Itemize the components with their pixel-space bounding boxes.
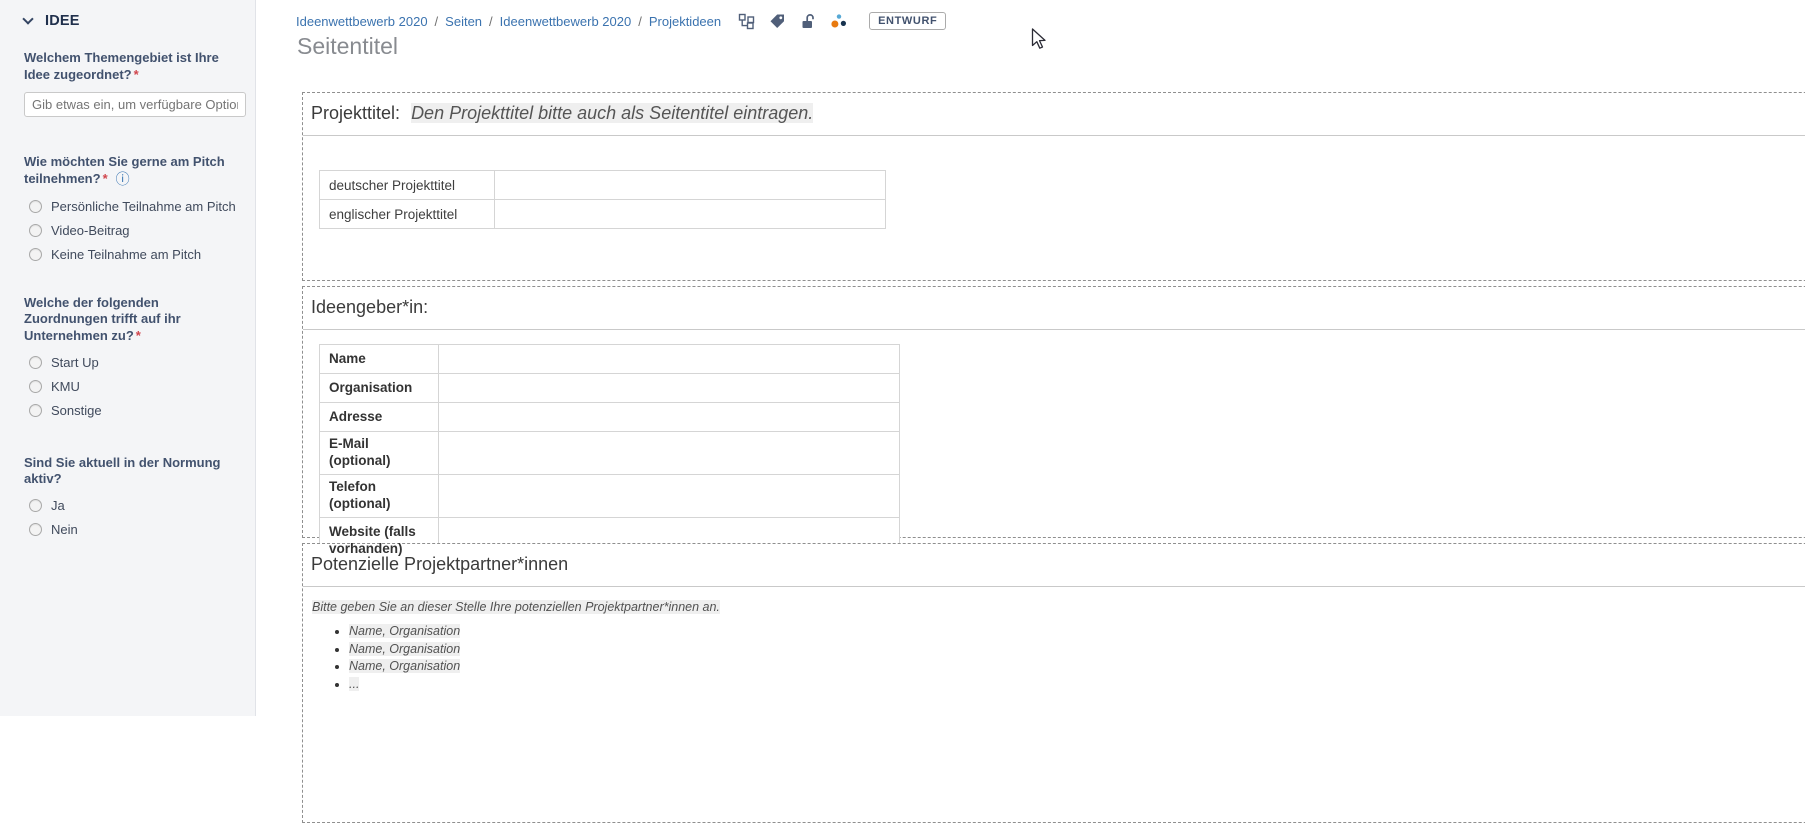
table-label-cell: Adresse xyxy=(320,403,439,432)
table-value-cell[interactable] xyxy=(495,171,886,200)
radio-button[interactable] xyxy=(29,380,42,393)
table-label-cell: deutscher Projekttitel xyxy=(320,171,495,200)
breadcrumb: Ideenwettbewerb 2020 / Seiten / Ideenwet… xyxy=(296,12,946,30)
breadcrumb-link-space[interactable]: Ideenwettbewerb 2020 xyxy=(296,14,428,29)
radio-group-normung: Ja Nein xyxy=(24,499,232,537)
radio-button[interactable] xyxy=(29,200,42,213)
breadcrumb-separator: / xyxy=(489,14,493,29)
field-label: Sind Sie aktuell in der Normung aktiv? xyxy=(24,455,232,488)
status-badge-draft: ENTWURF xyxy=(869,12,946,30)
radio-button[interactable] xyxy=(29,224,42,237)
table-row: Adresse xyxy=(320,403,900,432)
table-label-cell: Telefon (optional) xyxy=(320,474,439,517)
section-projektpartner: Potenzielle Projektpartner*innen Bitte g… xyxy=(302,543,1805,823)
radio-button[interactable] xyxy=(29,404,42,417)
section-ideengeber: Ideengeber*in: Name Organisation Adresse… xyxy=(302,286,1805,538)
list-item: ... xyxy=(349,676,1805,693)
required-asterisk: * xyxy=(136,328,141,343)
page-meta-icons xyxy=(737,12,848,30)
list-item: Name, Organisation xyxy=(349,641,1805,658)
table-value-cell[interactable] xyxy=(439,432,900,475)
table-value-cell[interactable] xyxy=(439,474,900,517)
required-asterisk: * xyxy=(134,67,139,82)
form-sidebar: IDEE Welchem Themengebiet ist Ihre Idee … xyxy=(0,0,256,716)
table-label-cell: Organisation xyxy=(320,374,439,403)
list-item: Name, Organisation xyxy=(349,658,1805,675)
breadcrumb-link-pages[interactable]: Seiten xyxy=(445,14,482,29)
radio-option[interactable]: Sonstige xyxy=(29,404,232,418)
radio-group-pitch: Persönliche Teilnahme am Pitch Video-Bei… xyxy=(24,200,232,262)
unlock-icon[interactable] xyxy=(799,12,817,30)
list-item: Name, Organisation xyxy=(349,623,1805,640)
heading-prefix: Projekttitel: xyxy=(311,103,400,123)
table-value-cell[interactable] xyxy=(439,374,900,403)
radio-option[interactable]: Persönliche Teilnahme am Pitch xyxy=(29,200,232,214)
form-group-normung: Sind Sie aktuell in der Normung aktiv? J… xyxy=(24,455,232,537)
radio-button[interactable] xyxy=(29,523,42,536)
partner-list: Name, Organisation Name, Organisation Na… xyxy=(311,623,1805,692)
breadcrumb-separator: / xyxy=(638,14,642,29)
form-group-themengebiet: Welchem Themengebiet ist Ihre Idee zugeo… xyxy=(24,50,232,117)
table-label-cell: Name xyxy=(320,345,439,374)
workflow-dots-icon[interactable] xyxy=(830,12,848,30)
field-label: Welche der folgenden Zuordnungen trifft … xyxy=(24,295,232,345)
radio-button[interactable] xyxy=(29,248,42,261)
section-heading: Potenzielle Projektpartner*innen xyxy=(311,551,1805,575)
projekttitel-table: deutscher Projekttitel englischer Projek… xyxy=(319,170,886,229)
table-label-cell: E-Mail (optional) xyxy=(320,432,439,475)
page-tree-icon[interactable] xyxy=(737,12,755,30)
sidebar-section-header[interactable]: IDEE xyxy=(24,13,243,29)
required-asterisk: * xyxy=(103,171,108,186)
table-value-cell[interactable] xyxy=(495,200,886,229)
table-row: Name xyxy=(320,345,900,374)
radio-option[interactable]: Nein xyxy=(29,523,232,537)
heading-divider xyxy=(303,135,1805,136)
breadcrumb-link-parent[interactable]: Ideenwettbewerb 2020 xyxy=(500,14,632,29)
radio-button[interactable] xyxy=(29,499,42,512)
template-sections: Projekttitel: Den Projekttitel bitte auc… xyxy=(302,92,1805,828)
section-projekttitel: Projekttitel: Den Projekttitel bitte auc… xyxy=(302,92,1805,281)
section-heading: Ideengeber*in: xyxy=(311,294,1805,318)
breadcrumb-separator: / xyxy=(435,14,439,29)
radio-option[interactable]: Ja xyxy=(29,499,232,513)
radio-option[interactable]: KMU xyxy=(29,380,232,394)
page-title[interactable]: Seitentitel xyxy=(297,33,398,60)
field-label: Wie möchten Sie gerne am Pitch teilnehme… xyxy=(24,154,232,189)
sidebar-section-title: IDEE xyxy=(45,13,80,29)
table-row: deutscher Projekttitel xyxy=(320,171,886,200)
page-content-area: Ideenwettbewerb 2020 / Seiten / Ideenwet… xyxy=(257,0,1805,716)
section-description: Bitte geben Sie an dieser Stelle Ihre po… xyxy=(312,600,1805,614)
heading-divider xyxy=(303,329,1805,330)
info-icon[interactable]: ⓘ xyxy=(116,171,130,187)
ideengeber-table: Name Organisation Adresse E-Mail (option… xyxy=(319,344,900,566)
table-label-cell: englischer Projekttitel xyxy=(320,200,495,229)
radio-option[interactable]: Keine Teilnahme am Pitch xyxy=(29,248,232,262)
form-group-pitch-teilnahme: Wie möchten Sie gerne am Pitch teilnehme… xyxy=(24,154,232,262)
table-row: Telefon (optional) xyxy=(320,474,900,517)
table-row: E-Mail (optional) xyxy=(320,432,900,475)
radio-group-unternehmen: Start Up KMU Sonstige xyxy=(24,356,232,418)
themengebiet-autocomplete-input[interactable] xyxy=(24,92,246,117)
radio-option[interactable]: Start Up xyxy=(29,356,232,370)
chevron-down-icon[interactable] xyxy=(22,13,33,24)
labels-icon[interactable] xyxy=(768,12,786,30)
table-value-cell[interactable] xyxy=(439,403,900,432)
breadcrumb-link-current[interactable]: Projektideen xyxy=(649,14,721,29)
radio-option[interactable]: Video-Beitrag xyxy=(29,224,232,238)
table-row: Organisation xyxy=(320,374,900,403)
table-value-cell[interactable] xyxy=(439,345,900,374)
heading-divider xyxy=(303,586,1805,587)
field-label: Welchem Themengebiet ist Ihre Idee zugeo… xyxy=(24,50,232,83)
heading-note: Den Projekttitel bitte auch als Seitenti… xyxy=(411,103,813,123)
radio-button[interactable] xyxy=(29,356,42,369)
table-row: englischer Projekttitel xyxy=(320,200,886,229)
section-heading: Projekttitel: Den Projekttitel bitte auc… xyxy=(311,100,1805,124)
form-group-unternehmen: Welche der folgenden Zuordnungen trifft … xyxy=(24,295,232,418)
